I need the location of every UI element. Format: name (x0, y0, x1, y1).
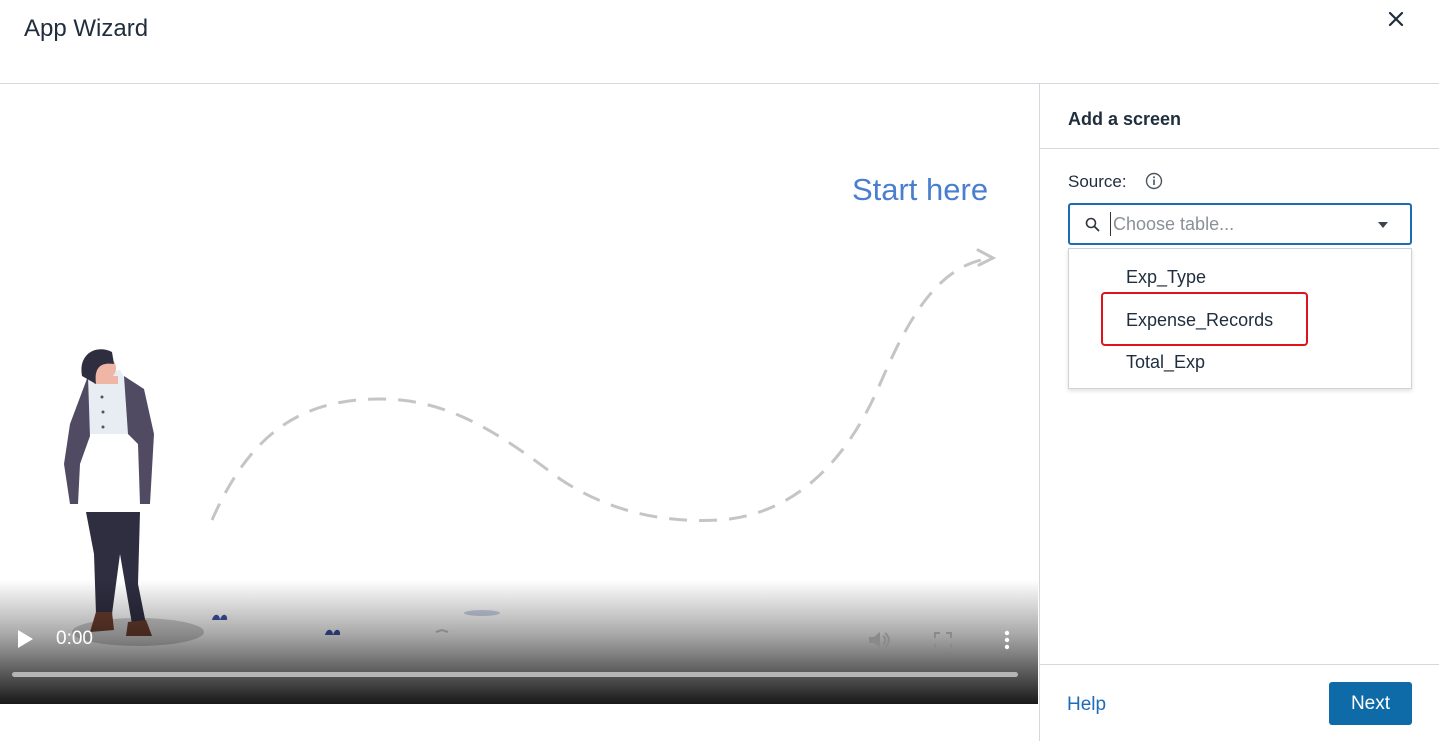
info-icon[interactable] (1145, 172, 1163, 190)
volume-icon[interactable] (866, 628, 892, 652)
source-table-input[interactable] (1110, 212, 1370, 236)
play-icon[interactable] (14, 627, 36, 651)
help-link[interactable]: Help (1067, 694, 1106, 716)
video-player[interactable]: Start here 0:00 (0, 84, 1038, 704)
search-icon (1085, 217, 1100, 232)
source-table-select[interactable] (1068, 203, 1412, 245)
option-total-exp[interactable]: Total_Exp (1126, 352, 1205, 373)
panel-title: Add a screen (1068, 109, 1182, 129)
option-expense-records[interactable]: Expense_Records (1126, 310, 1273, 331)
panel-divider (1040, 148, 1439, 149)
source-label: Source: (1068, 172, 1127, 191)
more-vertical-icon[interactable] (998, 628, 1016, 652)
start-here-label: Start here (851, 172, 989, 207)
option-exp-type[interactable]: Exp_Type (1126, 267, 1206, 288)
caret-down-icon[interactable] (1377, 221, 1389, 229)
video-time: 0:00 (56, 628, 93, 649)
wizard-title: App Wizard (24, 15, 149, 42)
close-icon[interactable] (1382, 8, 1410, 32)
wizard-header: App Wizard (0, 0, 1439, 84)
fullscreen-icon[interactable] (932, 630, 954, 652)
add-screen-panel: Add a screen Source: Exp_Type Expense_Re… (1039, 84, 1439, 741)
next-button[interactable]: Next (1329, 682, 1412, 725)
footer-divider (1040, 664, 1439, 665)
table-dropdown-list: Exp_Type Expense_Records Total_Exp (1068, 248, 1412, 389)
video-progress-bar[interactable] (12, 672, 1018, 677)
